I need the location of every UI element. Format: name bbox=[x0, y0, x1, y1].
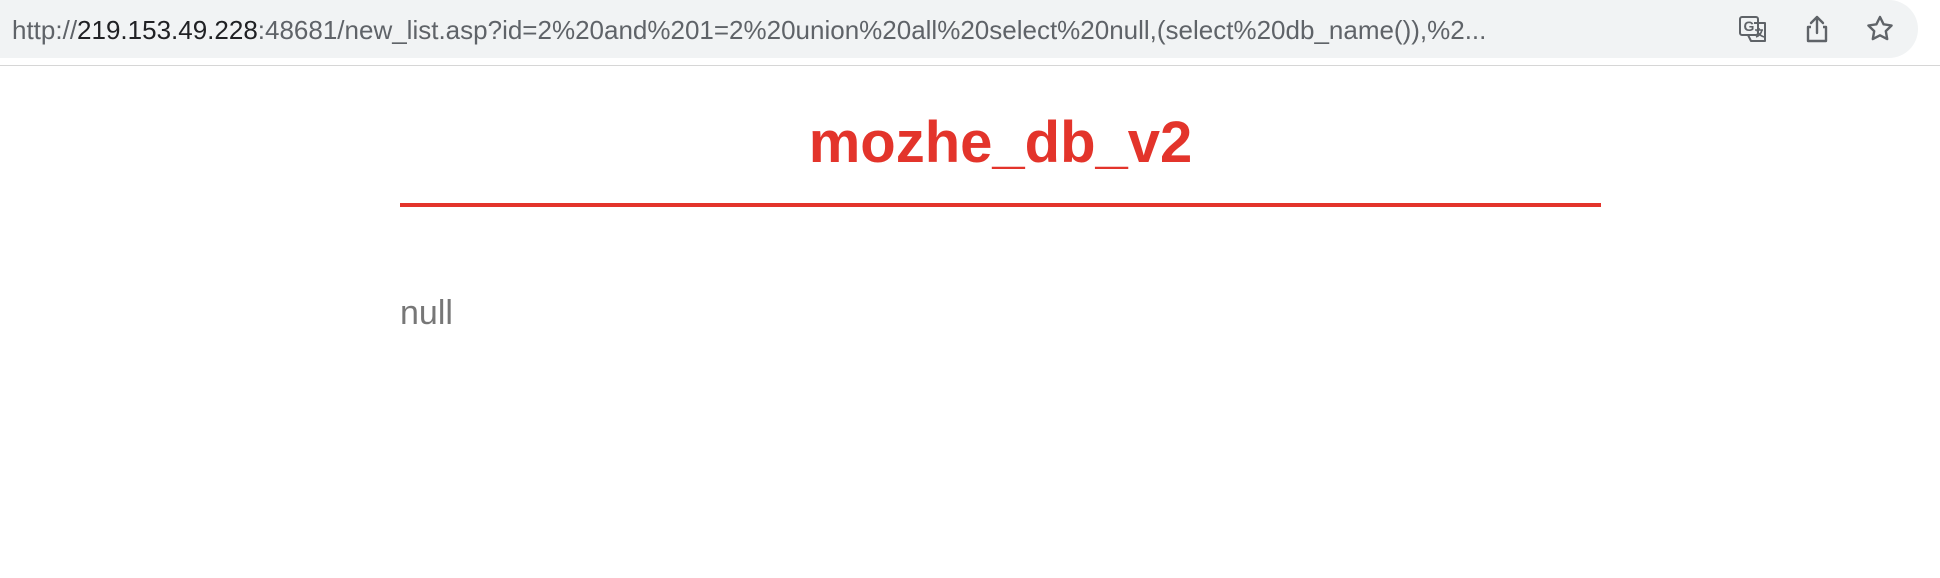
share-icon[interactable] bbox=[1799, 11, 1835, 47]
browser-toolbar: http://219.153.49.228:48681/new_list.asp… bbox=[0, 0, 1940, 66]
url-prefix: http:// bbox=[12, 15, 78, 45]
title-divider bbox=[400, 203, 1601, 207]
page-content: mozhe_db_v2 null bbox=[0, 66, 1940, 578]
url-text[interactable]: http://219.153.49.228:48681/new_list.asp… bbox=[12, 14, 1718, 46]
url-path: :48681/new_list.asp?id=2%20and%201=2%20u… bbox=[257, 15, 1487, 45]
url-host: 219.153.49.228 bbox=[77, 15, 258, 45]
query-result-text: null bbox=[400, 294, 453, 332]
translate-icon[interactable]: G bbox=[1735, 11, 1771, 47]
address-bar[interactable]: http://219.153.49.228:48681/new_list.asp… bbox=[0, 0, 1918, 58]
svg-text:G: G bbox=[1744, 18, 1755, 34]
star-icon[interactable] bbox=[1862, 11, 1898, 47]
page-title: mozhe_db_v2 bbox=[808, 110, 1193, 175]
